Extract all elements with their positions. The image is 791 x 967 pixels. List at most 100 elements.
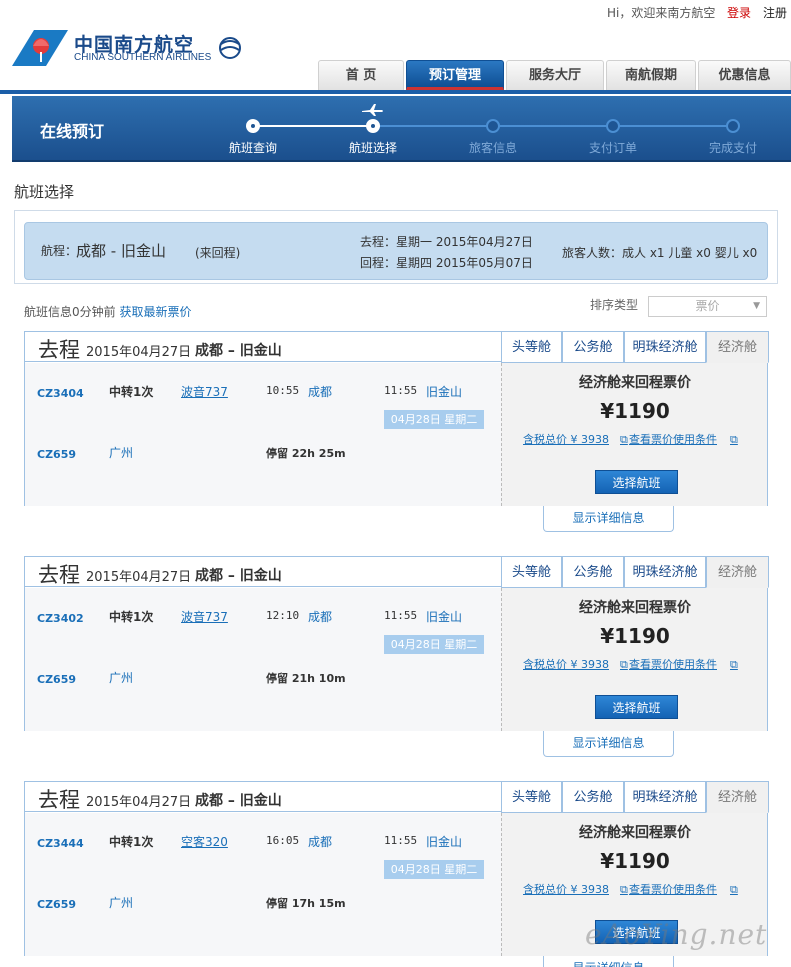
departure-city: 成都 [308,835,333,849]
flight-date: 2015年04月27日 [86,570,192,585]
nav-tab-home[interactable]: 首 页 [318,60,404,90]
external-link-icon: ⧉ [620,658,628,671]
select-flight-button[interactable]: 选择航班 [595,470,678,494]
direction-label: 去程 [38,338,80,362]
arrival-time: 11:55 [384,609,418,622]
show-details-button[interactable]: 显示详细信息 [543,956,674,967]
trip-summary: 航程： 成都 - 旧金山 (来回程) 去程：星期一 2015年04月27日 回程… [24,222,768,280]
nav-tab-holiday[interactable]: 南航假期 [606,60,696,90]
login-link[interactable]: 登录 [727,4,751,21]
flight-cities: 成都 – 旧金山 [195,343,282,359]
total-tax-link[interactable]: 含税总价 ¥ 3938 [523,881,609,897]
chevron-down-icon: ▼ [753,301,760,311]
flight-cities: 成都 – 旧金山 [195,568,282,584]
layover-duration: 停留 21h 10m [266,672,346,685]
cabin-tab-premium[interactable]: 明珠经济舱 [624,331,706,363]
fare-rules-link[interactable]: 查看票价使用条件 [629,656,717,672]
departure-city: 成都 [308,385,333,399]
step-label-pay-order: 支付订单 [588,141,637,155]
arrival-date-badge: 04月28日 星期二 [384,635,484,654]
step-dot-2 [366,119,380,133]
nav-tab-offers[interactable]: 优惠信息 [698,60,791,90]
step-label-complete: 完成支付 [708,141,757,155]
external-link-icon: ⧉ [730,883,738,896]
sort-value: 票价 [695,299,720,313]
step-label-select: 航班选择 [348,141,397,155]
aircraft-link[interactable]: 波音737 [181,608,228,625]
welcome-text: Hi，欢迎来南方航空 [607,6,716,20]
cabin-tab-premium[interactable]: 明珠经济舱 [624,556,706,588]
cabin-tab-first[interactable]: 头等舱 [501,556,562,588]
trip-type: (来回程) [195,246,241,260]
cabin-tab-business[interactable]: 公务舱 [562,331,624,363]
arrival-time: 11:55 [384,834,418,847]
airline-logo[interactable]: 中国南方航空 CHINA SOUTHERN AIRLINES [12,26,252,70]
flight-number[interactable]: CZ3402 [37,612,84,625]
cabin-tab-economy[interactable]: 经济舱 [706,781,769,813]
cabin-tab-economy[interactable]: 经济舱 [706,556,769,588]
skyteam-icon [219,37,241,59]
transfer-city: 广州 [109,671,134,685]
logo-en-text: CHINA SOUTHERN AIRLINES [74,52,212,63]
fare-price: ¥1190 [600,624,670,648]
select-flight-button[interactable]: 选择航班 [595,695,678,719]
total-tax-link[interactable]: 含税总价 ¥ 3938 [523,656,609,672]
cabin-tab-premium[interactable]: 明珠经济舱 [624,781,706,813]
card-header: 去程 2015年04月27日 成都 – 旧金山 [25,782,501,812]
flight-card: 去程 2015年04月27日 成都 – 旧金山 头等舱 公务舱 明珠经济舱 经济舱 C… [24,331,769,506]
flight-details: CZ3444 中转1次 空客320 16:05 成都 11:55 旧金山 04月… [25,813,501,956]
cabin-tab-first[interactable]: 头等舱 [501,781,562,813]
sort-select[interactable]: 票价 ▼ [648,296,767,317]
flight-details: CZ3402 中转1次 波音737 12:10 成都 11:55 旧金山 04月… [25,588,501,731]
step-progress-line [253,125,373,127]
flight-number[interactable]: CZ3444 [37,837,84,850]
total-tax-text: 含税总价 ¥ 3938 [523,658,609,671]
card-header: 去程 2015年04月27日 成都 – 旧金山 [25,557,501,587]
total-tax-text: 含税总价 ¥ 3938 [523,433,609,446]
refresh-fares-link[interactable]: 获取最新票价 [119,305,191,319]
fare-rules-link[interactable]: 查看票价使用条件 [629,431,717,447]
step-dot-5 [726,119,740,133]
total-tax-link[interactable]: 含税总价 ¥ 3938 [523,431,609,447]
register-link[interactable]: 注册 [763,4,787,21]
cabin-tab-business[interactable]: 公务舱 [562,781,624,813]
nav-divider [0,90,791,94]
card-header: 去程 2015年04月27日 成都 – 旧金山 [25,332,501,362]
arrival-date-badge: 04月28日 星期二 [384,860,484,879]
aircraft-link[interactable]: 波音737 [181,383,228,400]
connecting-flight-number[interactable]: CZ659 [37,898,76,911]
external-link-icon: ⧉ [620,433,628,446]
step-label-passenger: 旅客信息 [468,141,517,155]
transfer-count: 中转1次 [109,835,154,849]
layover-duration: 停留 17h 15m [266,897,346,910]
fare-title: 经济舱来回程票价 [579,825,691,841]
watermark-text: eAoYing.net [585,918,768,951]
return-date: 回程：星期四 2015年05月07日 [360,256,533,270]
aircraft-link[interactable]: 空客320 [181,833,228,850]
connecting-flight-number[interactable]: CZ659 [37,673,76,686]
nav-tab-service[interactable]: 服务大厅 [506,60,604,90]
route-label: 航程： [41,244,78,258]
show-details-button[interactable]: 显示详细信息 [543,731,674,757]
nav-tab-booking[interactable]: 预订管理 [406,60,504,90]
step-dot-3 [486,119,500,133]
flight-date: 2015年04月27日 [86,795,192,810]
direction-label: 去程 [38,563,80,587]
cabin-tab-economy[interactable]: 经济舱 [706,331,769,363]
cabin-tab-business[interactable]: 公务舱 [562,556,624,588]
kapok-flower-icon [12,30,68,66]
fare-rules-link[interactable]: 查看票价使用条件 [629,881,717,897]
show-details-button[interactable]: 显示详细信息 [543,506,674,532]
departure-time: 16:05 [266,834,300,847]
step-dot-1 [246,119,260,133]
fare-title: 经济舱来回程票价 [579,600,691,616]
banner-title: 在线预订 [40,122,105,141]
cabin-tab-first[interactable]: 头等舱 [501,331,562,363]
sort-label: 排序类型 [590,298,639,312]
external-link-icon: ⧉ [730,433,738,446]
step-label-search: 航班查询 [228,141,277,155]
fare-price: ¥1190 [600,849,670,873]
booking-steps-banner: 在线预订 航班查询 航班选择 旅客信息 支付订单 完成支付 [12,96,791,162]
connecting-flight-number[interactable]: CZ659 [37,448,76,461]
flight-number[interactable]: CZ3404 [37,387,84,400]
